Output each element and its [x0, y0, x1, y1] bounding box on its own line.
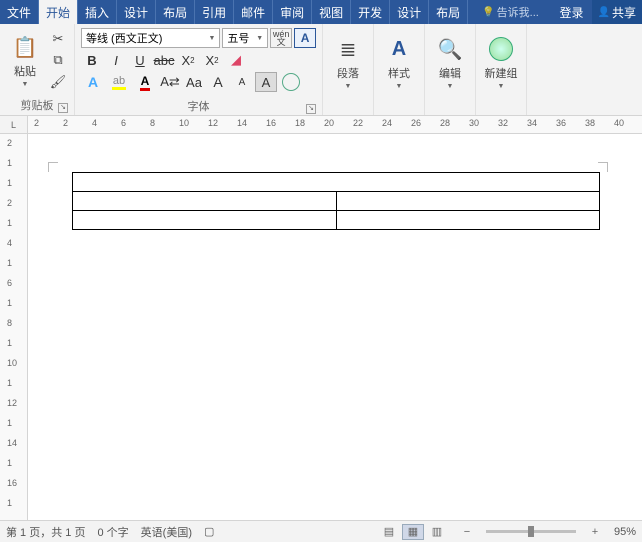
table-row — [73, 192, 600, 211]
tab-layout2[interactable]: 布局 — [429, 0, 468, 24]
chevron-down-icon: ▼ — [22, 81, 29, 88]
paste-label: 粘贴 — [14, 63, 36, 79]
paragraph-icon: ≣ — [334, 35, 362, 63]
phonetic-guide-button[interactable]: wén文 — [270, 28, 292, 48]
tab-layout[interactable]: 布局 — [156, 0, 195, 24]
copy-icon: ⧉ — [53, 52, 62, 68]
zoom-slider[interactable] — [486, 530, 576, 533]
enclose-char-button[interactable] — [279, 72, 303, 92]
cut-button[interactable]: ✂ — [48, 29, 68, 49]
subscript-button[interactable]: X2 — [177, 50, 199, 70]
zoom-level[interactable]: 95% — [614, 526, 636, 538]
tab-view[interactable]: 视图 — [312, 0, 351, 24]
group-styles: A样式▼ — [374, 24, 425, 115]
chevron-down-icon: ▼ — [208, 35, 215, 42]
clipboard-launcher[interactable]: ↘ — [58, 103, 68, 113]
tab-mailings[interactable]: 邮件 — [234, 0, 273, 24]
clear-format-button[interactable]: ◢ — [225, 50, 247, 70]
document-page[interactable] — [28, 134, 642, 520]
font-launcher[interactable]: ↘ — [306, 104, 316, 114]
table-row — [73, 173, 600, 192]
document-table[interactable] — [72, 172, 600, 230]
search-icon: 🔍 — [436, 35, 464, 63]
group-paragraph: ≣段落▼ — [323, 24, 374, 115]
highlight-button[interactable]: ab — [107, 72, 131, 92]
font-name-select[interactable]: 等线 (西文正文)▼ — [81, 28, 220, 48]
clipboard-group-label: 剪贴板 — [21, 100, 54, 112]
zoom-out-button[interactable]: − — [460, 526, 474, 538]
tab-insert[interactable]: 插入 — [78, 0, 117, 24]
margin-mark — [598, 162, 608, 172]
tab-design[interactable]: 设计 — [117, 0, 156, 24]
copy-button[interactable]: ⧉ — [48, 50, 68, 70]
tab-developer[interactable]: 开发 — [351, 0, 390, 24]
ruler-corner: L — [0, 116, 28, 133]
chevron-down-icon: ▼ — [396, 83, 403, 90]
zoom-in-button[interactable]: + — [588, 526, 602, 538]
font-size-select[interactable]: 五号▼ — [222, 28, 268, 48]
group-clipboard: 📋 粘贴 ▼ ✂ ⧉ 🖌 剪贴板 ↘ — [0, 24, 75, 115]
web-layout-button[interactable]: ▥ — [426, 524, 448, 540]
text-effects-button[interactable]: A — [81, 72, 105, 92]
margin-mark — [48, 162, 58, 172]
login-button[interactable]: 登录 — [552, 0, 592, 24]
char-shading-button[interactable]: A — [255, 72, 277, 92]
change-case-button[interactable]: Aa — [183, 72, 205, 92]
word-count[interactable]: 0 个字 — [97, 524, 128, 540]
styles-icon: A — [385, 35, 413, 63]
tell-me-input[interactable]: 告诉我... — [468, 0, 551, 24]
chevron-down-icon: ▼ — [447, 83, 454, 90]
read-mode-button[interactable]: ▤ — [378, 524, 400, 540]
editing-button[interactable]: 🔍编辑▼ — [429, 26, 471, 99]
horizontal-ruler[interactable]: L 2246810121416182022242628303234363840 — [0, 116, 642, 134]
newgroup-button[interactable]: 新建组▼ — [480, 26, 522, 99]
page-status[interactable]: 第 1 页，共 1 页 — [6, 524, 85, 540]
tab-references[interactable]: 引用 — [195, 0, 234, 24]
group-newgroup: 新建组▼ — [476, 24, 527, 115]
tab-file[interactable]: 文件 — [0, 0, 39, 24]
character-border-button[interactable]: A — [294, 28, 316, 48]
superscript-button[interactable]: X2 — [201, 50, 223, 70]
shrink-font-button[interactable]: A — [231, 72, 253, 92]
underline-button[interactable]: U — [129, 50, 151, 70]
strikethrough-button[interactable]: abc — [153, 50, 175, 70]
language-status[interactable]: 英语(美国) — [141, 524, 192, 540]
format-painter-button[interactable]: 🖌 — [48, 72, 68, 92]
chevron-down-icon: ▼ — [498, 83, 505, 90]
italic-button[interactable]: I — [105, 50, 127, 70]
status-bar: 第 1 页，共 1 页 0 个字 英语(美国) ▢ ▤ ▦ ▥ − + 95% — [0, 520, 642, 542]
group-editing: 🔍编辑▼ — [425, 24, 476, 115]
chevron-down-icon: ▼ — [256, 35, 263, 42]
tab-design2[interactable]: 设计 — [390, 0, 429, 24]
vertical-ruler[interactable]: 21121416181101121141161 — [0, 134, 28, 520]
font-group-label: 字体 — [188, 101, 210, 113]
share-button[interactable]: 共享 — [592, 0, 642, 24]
ribbon-tabs: 文件 开始 插入 设计 布局 引用 邮件 审阅 视图 开发 设计 布局 告诉我.… — [0, 0, 642, 24]
print-layout-button[interactable]: ▦ — [402, 524, 424, 540]
table-row — [73, 211, 600, 230]
circle-icon — [487, 35, 515, 63]
view-buttons: ▤ ▦ ▥ — [378, 524, 448, 540]
chevron-down-icon: ▼ — [345, 83, 352, 90]
clipboard-icon: 📋 — [11, 33, 39, 61]
zoom-thumb[interactable] — [528, 526, 534, 537]
bold-button[interactable]: B — [81, 50, 103, 70]
styles-button[interactable]: A样式▼ — [378, 26, 420, 99]
tab-home[interactable]: 开始 — [39, 0, 78, 24]
scissors-icon: ✂ — [53, 31, 64, 47]
tab-review[interactable]: 审阅 — [273, 0, 312, 24]
font-color-button[interactable]: A — [133, 72, 157, 92]
ribbon: 📋 粘贴 ▼ ✂ ⧉ 🖌 剪贴板 ↘ 等线 (西文正文)▼ 五号▼ wén文 A … — [0, 24, 642, 116]
macro-icon[interactable]: ▢ — [204, 525, 214, 538]
brush-icon: 🖌 — [50, 74, 67, 90]
paste-button[interactable]: 📋 粘贴 ▼ — [4, 26, 46, 95]
group-font: 等线 (西文正文)▼ 五号▼ wén文 A B I U abc X2 X2 ◢ … — [75, 24, 323, 115]
char-scale-button[interactable]: A⇄ — [159, 72, 181, 92]
paragraph-button[interactable]: ≣段落▼ — [327, 26, 369, 99]
grow-font-button[interactable]: A — [207, 72, 229, 92]
